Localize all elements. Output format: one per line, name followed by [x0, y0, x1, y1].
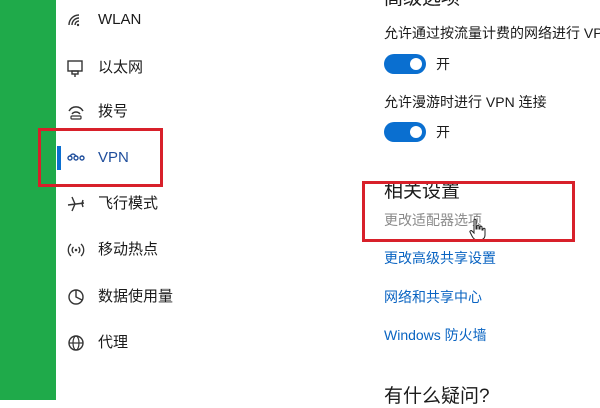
sidebar-item-label: 拨号: [98, 103, 129, 120]
change-advanced-sharing-link[interactable]: 更改高级共享设置: [384, 249, 496, 267]
sidebar-item-label: WLAN: [98, 11, 142, 28]
sidebar-item-proxy[interactable]: 代理: [56, 323, 348, 363]
toggle-state-label: 开: [436, 124, 450, 140]
sidebar-item-wlan[interactable]: WLAN: [56, 0, 348, 40]
toggle-state-label: 开: [436, 56, 450, 72]
metered-network-toggle[interactable]: [384, 54, 426, 74]
sidebar-item-label: 数据使用量: [98, 288, 174, 305]
toggle-knob: [410, 126, 422, 138]
sidebar-item-label: 以太网: [98, 59, 144, 76]
sidebar-item-data-usage[interactable]: 数据使用量: [56, 277, 348, 317]
section-heading-advanced-options: 高级选项: [384, 0, 460, 10]
hotspot-icon: [66, 240, 86, 260]
annotation-box-vpn: [38, 128, 163, 187]
green-side-strip: [0, 0, 56, 400]
airplane-icon: [66, 194, 86, 214]
ethernet-icon: [66, 58, 86, 78]
annotation-box-related-settings: [362, 181, 575, 242]
roaming-toggle-row: 开: [384, 120, 450, 144]
questions-heading: 有什么疑问?: [384, 386, 490, 407]
sidebar-item-airplane-mode[interactable]: 飞行模式: [56, 184, 348, 224]
metered-network-toggle-row: 开: [384, 52, 450, 76]
dialup-icon: [66, 102, 86, 122]
globe-icon: [66, 333, 86, 353]
metered-network-setting-label: 允许通过按流量计费的网络进行 VPN: [384, 25, 600, 41]
roaming-setting-label: 允许漫游时进行 VPN 连接: [384, 94, 547, 110]
sidebar-item-label: 飞行模式: [98, 195, 159, 212]
sidebar-item-mobile-hotspot[interactable]: 移动热点: [56, 230, 348, 270]
sidebar-item-label: 移动热点: [98, 241, 159, 258]
roaming-toggle[interactable]: [384, 122, 426, 142]
data-usage-icon: [66, 287, 86, 307]
network-sharing-center-link[interactable]: 网络和共享中心: [384, 288, 482, 306]
settings-sidebar: WLAN 以太网 拨号 VPN 飞行模式 移动热点 数据使用量 代理: [56, 0, 348, 400]
sidebar-item-label: 代理: [98, 334, 129, 351]
windows-firewall-link[interactable]: Windows 防火墙: [384, 326, 487, 344]
wifi-icon: [66, 10, 86, 30]
toggle-knob: [410, 58, 422, 70]
sidebar-item-ethernet[interactable]: 以太网: [56, 48, 348, 88]
sidebar-item-dialup[interactable]: 拨号: [56, 92, 348, 132]
